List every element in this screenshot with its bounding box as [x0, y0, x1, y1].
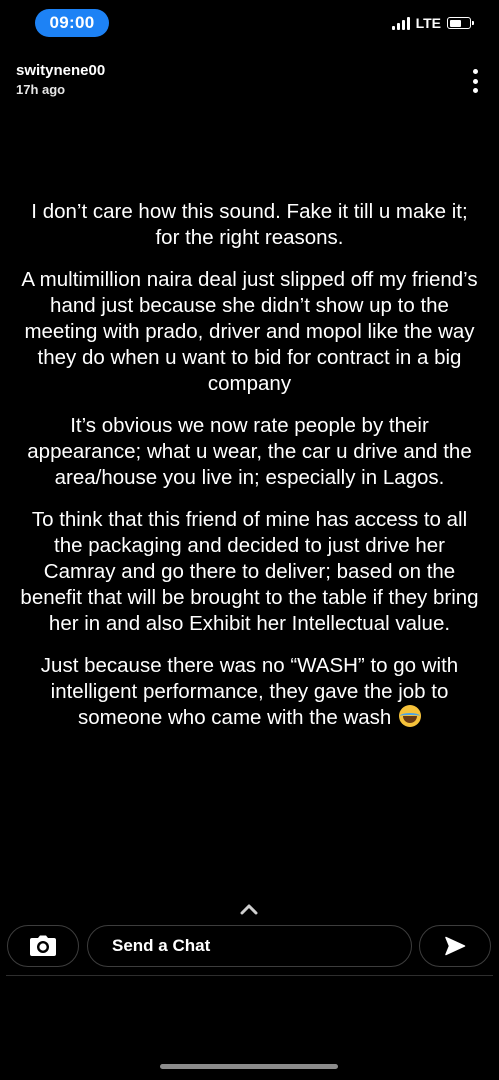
- send-chat-input[interactable]: Send a Chat: [87, 925, 412, 967]
- laughing-emoji-icon: [399, 705, 422, 727]
- story-text: I don’t care how this sound. Fake it til…: [18, 199, 481, 753]
- status-time: 09:00: [35, 9, 109, 37]
- home-indicator[interactable]: [160, 1064, 338, 1069]
- story-paragraph: To think that this friend of mine has ac…: [20, 508, 479, 635]
- story-username[interactable]: switynene00: [16, 62, 105, 79]
- story-timestamp: 17h ago: [16, 82, 66, 97]
- story-paragraph: A multimillion naira deal just slipped o…: [21, 268, 478, 395]
- camera-icon: [30, 935, 56, 956]
- signal-icon: [391, 16, 410, 30]
- story-paragraph: It’s obvious we now rate people by their…: [27, 414, 472, 489]
- send-button[interactable]: [419, 925, 491, 967]
- send-arrow-icon: [445, 936, 466, 956]
- status-indicators: LTE: [391, 15, 474, 31]
- battery-level: [449, 19, 461, 27]
- divider: [6, 975, 493, 976]
- battery-icon: [447, 17, 474, 29]
- story-paragraph: I don’t care how this sound. Fake it til…: [31, 200, 468, 249]
- more-vertical-icon[interactable]: [465, 66, 485, 96]
- story-paragraph: Just because there was no “WASH” to go w…: [40, 654, 459, 729]
- camera-button[interactable]: [7, 925, 79, 967]
- story-paragraph-last: Just because there was no “WASH” to go w…: [18, 653, 481, 731]
- network-type: LTE: [415, 15, 441, 31]
- chevron-up-icon[interactable]: [239, 902, 259, 916]
- chat-placeholder: Send a Chat: [112, 936, 211, 955]
